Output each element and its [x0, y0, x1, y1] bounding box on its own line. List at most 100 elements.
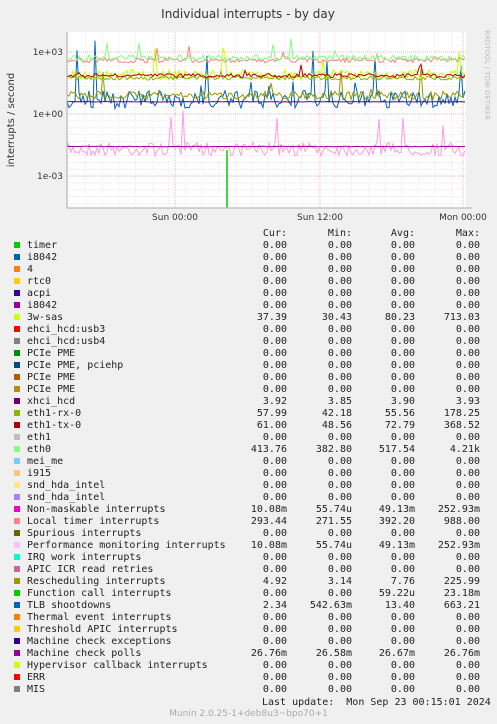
legend-series-name: eth1-tx-0	[27, 420, 82, 431]
legend-row: ehci_hcd:usb4 0.00 0.00 0.00 0.00	[0, 336, 497, 348]
x-tick-label: Mon 00:00	[439, 213, 487, 223]
legend-swatch	[14, 410, 20, 416]
legend-swatch	[14, 494, 20, 500]
legend-series-name: PCIe PME	[27, 384, 76, 395]
legend-series-name: eth1	[27, 432, 52, 443]
legend-row: TLB shootdowns 2.34 542.63m 13.40 663.21	[0, 600, 497, 612]
legend-row: PCIe PME 0.00 0.00 0.00 0.00	[0, 384, 497, 396]
legend-series-name: i8042	[27, 252, 58, 263]
legend-value: 0.00	[455, 264, 480, 275]
legend-value: 0.00	[455, 636, 480, 647]
legend-row: mei_me 0.00 0.00 0.00 0.00	[0, 456, 497, 468]
legend-row: i915 0.00 0.00 0.00 0.00	[0, 468, 497, 480]
legend-series-name: PCIe PME	[27, 348, 76, 359]
legend-swatch	[14, 338, 20, 344]
legend-series-name: i915	[27, 468, 52, 479]
legend-swatch	[14, 254, 20, 260]
legend-row: IRQ work interrupts 0.00 0.00 0.00 0.00	[0, 552, 497, 564]
legend-series-name: Spurious interrupts	[27, 528, 142, 539]
legend-value: 0.00	[455, 300, 480, 311]
legend-swatch	[14, 650, 20, 656]
legend-row: i8042 0.00 0.00 0.00 0.00	[0, 300, 497, 312]
y-tick-label: 1e+03	[33, 48, 63, 58]
legend-value: 26.76m	[443, 648, 480, 659]
legend-series-name: timer	[27, 240, 58, 251]
legend-row: snd_hda_intel 0.00 0.00 0.00 0.00	[0, 480, 497, 492]
legend-value: 3.93	[455, 396, 480, 407]
legend-row: i8042 0.00 0.00 0.00 0.00	[0, 252, 497, 264]
legend-value: 252.93m	[437, 540, 480, 551]
legend-value: 0.00	[455, 384, 480, 395]
legend-swatch	[14, 470, 20, 476]
legend-swatch	[14, 554, 20, 560]
legend-series-name: Machine check exceptions	[27, 636, 172, 647]
legend-swatch	[14, 530, 20, 536]
legend-series-name: eth0	[27, 444, 52, 455]
legend-swatch	[14, 350, 20, 356]
legend-swatch	[14, 506, 20, 512]
legend-series-name: mei_me	[27, 456, 64, 467]
y-tick-label: 1e+00	[33, 110, 64, 120]
legend-series-name: i8042	[27, 300, 58, 311]
munin-version: Munin 2.0.25-1+deb8u3~bpo70+1	[169, 709, 328, 719]
legend-value: 0.00	[455, 324, 480, 335]
x-tick-label: Sun 00:00	[152, 213, 198, 223]
legend-row: eth0 413.76 382.80 517.54 4.21k	[0, 444, 497, 456]
legend-row: PCIe PME 0.00 0.00 0.00 0.00	[0, 372, 497, 384]
legend-row: PCIe PME 0.00 0.00 0.00 0.00	[0, 348, 497, 360]
legend-value: 0.00	[455, 660, 480, 671]
legend-value: 23.18m	[443, 588, 480, 599]
legend-swatch	[14, 422, 20, 428]
legend-swatch	[14, 374, 20, 380]
legend-row: Local timer interrupts 293.44 271.55 392.20…	[0, 516, 497, 528]
y-tick-label: 1e-03	[37, 172, 63, 182]
legend-row: timer 0.00 0.00 0.00 0.00	[0, 240, 497, 252]
legend-series-name: IRQ work interrupts	[27, 552, 142, 563]
legend-swatch	[14, 686, 20, 692]
legend-value: 368.52	[443, 420, 480, 431]
legend-series-name: ERR	[27, 672, 46, 683]
legend-series-name: 3w-sas	[27, 312, 64, 323]
legend-value: 0.00	[455, 468, 480, 479]
legend-series-name: TLB shootdowns	[27, 600, 112, 611]
legend-value: 0.00	[455, 564, 480, 575]
legend-row: eth1-rx-0 57.99 42.18 55.56 178.25	[0, 408, 497, 420]
legend-swatch	[14, 398, 20, 404]
legend-value: 0.00	[455, 456, 480, 467]
legend-row: Machine check polls 26.76m 26.58m 26.67m 26.…	[0, 648, 497, 660]
legend-value: 0.00	[455, 348, 480, 359]
legend-row: xhci_hcd 3.92 3.85 3.90 3.93	[0, 396, 497, 408]
legend-series-name: APIC ICR read retries	[27, 564, 154, 575]
legend-swatch	[14, 434, 20, 440]
legend-swatch	[14, 602, 20, 608]
legend-value: 663.21	[443, 600, 480, 611]
legend-row: Performance monitoring interrupts 10.08m 5…	[0, 540, 497, 552]
legend-series-name: rtc0	[27, 276, 52, 287]
legend-series-name: 4	[27, 264, 34, 275]
legend-series-name: Local timer interrupts	[27, 516, 160, 527]
legend-row: ehci_hcd:usb3 0.00 0.00 0.00 0.00	[0, 324, 497, 336]
legend-row: Threshold APIC interrupts 0.00 0.00 0.00 0.0…	[0, 624, 497, 636]
legend-series-name: acpi	[27, 288, 52, 299]
legend-row: Spurious interrupts 0.00 0.00 0.00 0.00	[0, 528, 497, 540]
legend-swatch	[14, 266, 20, 272]
chart-title: Individual interrupts - by day	[161, 7, 335, 21]
legend-value: 0.00	[455, 360, 480, 371]
legend-value: 0.00	[455, 276, 480, 287]
legend-series-name: Threshold APIC interrupts	[27, 624, 178, 635]
rrdtool-credit: RRDTOOL / TOBI OETIKER	[483, 30, 491, 120]
legend-series-name: Hypervisor callback interrupts	[27, 660, 208, 671]
legend-value: 0.00	[455, 552, 480, 563]
legend-swatch	[14, 278, 20, 284]
legend-swatch	[14, 290, 20, 296]
legend-row: APIC ICR read retries 0.00 0.00 0.00 0.00	[0, 564, 497, 576]
legend-value: 225.99	[443, 576, 480, 587]
legend-value: 0.00	[455, 684, 480, 695]
legend-header-cell: Max:	[455, 228, 480, 239]
trace-machine-check	[66, 145, 465, 148]
legend-value: 0.00	[455, 288, 480, 299]
legend-swatch	[14, 626, 20, 632]
legend-row: Thermal event interrupts 0.00 0.00 0.00 0.00	[0, 612, 497, 624]
legend-value: 4.21k	[449, 444, 480, 455]
legend-row: MIS 0.00 0.00 0.00 0.00	[0, 684, 497, 696]
